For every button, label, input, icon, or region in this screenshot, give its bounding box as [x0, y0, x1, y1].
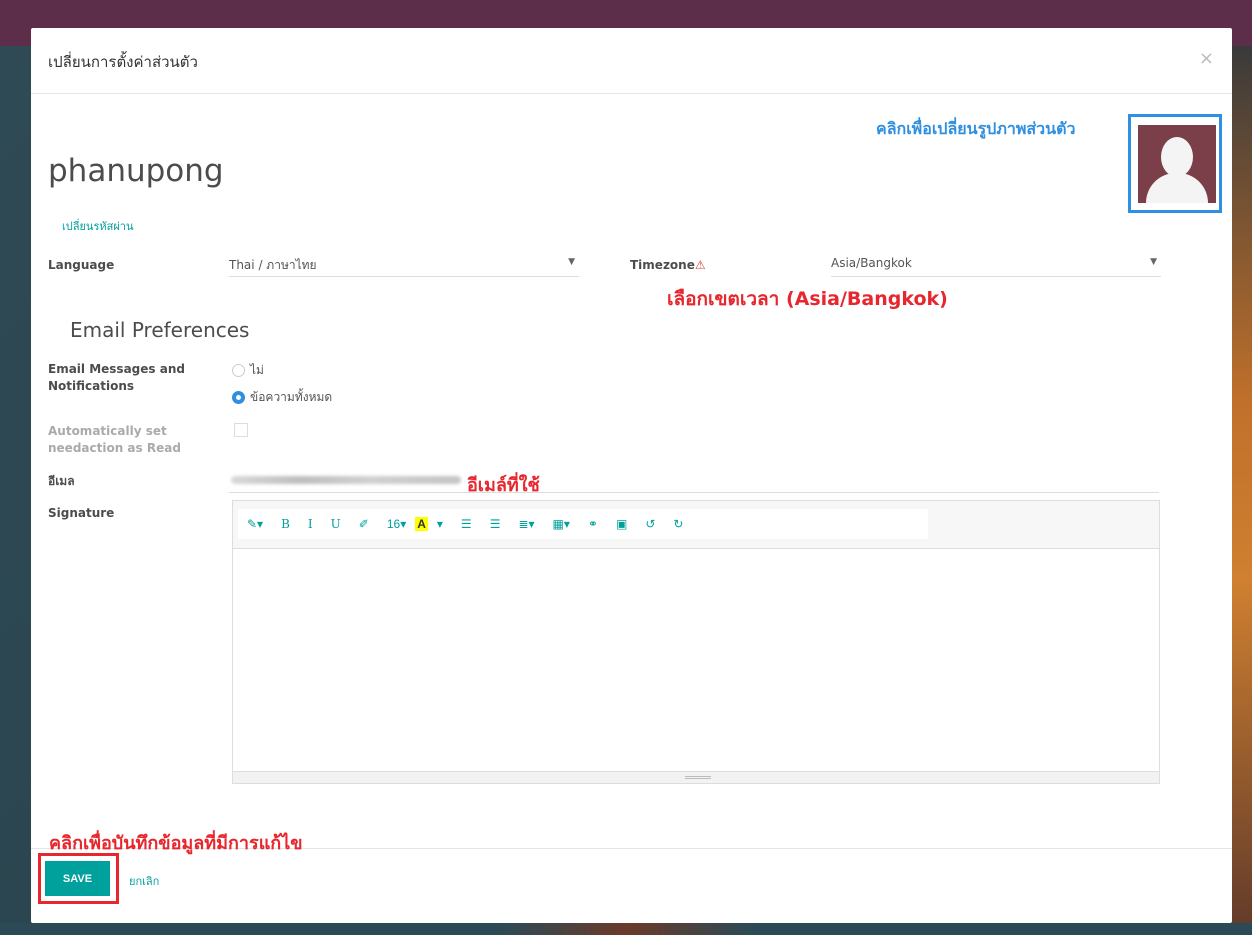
radio-option-never[interactable]: ไม่ [232, 361, 264, 380]
preferences-dialog: เปลี่ยนการตั้งค่าส่วนตัว × คลิกเพื่อเปลี… [31, 28, 1232, 923]
auto-read-label-line2: needaction as Read [48, 441, 181, 455]
email-annotation: อีเมล์ที่ใช้ [467, 475, 540, 496]
timezone-value: Asia/Bangkok [831, 256, 912, 270]
undo-icon[interactable]: ↺ [636, 517, 664, 531]
chevron-down-icon: ▼ [568, 257, 575, 267]
bold-button[interactable]: B [272, 517, 299, 531]
paragraph-dropdown[interactable]: ≣▾ [509, 517, 543, 531]
dialog-header: เปลี่ยนการตั้งค่าส่วนตัว × [31, 28, 1232, 94]
avatar-annotation: คลิกเพื่อเปลี่ยนรูปภาพส่วนตัว [876, 119, 1076, 138]
cancel-button[interactable]: ยกเลิก [129, 872, 159, 890]
editor-toolbar-group: ✎▾ B I U ✐ 16▾ A ▾ ☰ ☰ ≣▾ ▦▾ ⚭ ▣ ↺ ↻ [238, 509, 928, 539]
chevron-down-icon: ▼ [1150, 257, 1157, 267]
language-value: Thai / ภาษาไทย [229, 258, 317, 272]
pen-icon[interactable]: ✎▾ [238, 517, 272, 531]
italic-button[interactable]: I [299, 517, 322, 531]
redo-icon[interactable]: ↻ [664, 517, 692, 531]
auto-read-checkbox[interactable] [234, 423, 248, 437]
timezone-label: Timezone⚠ [630, 257, 706, 274]
user-name-title: phanupong [48, 153, 224, 189]
email-messages-label-line2: Notifications [48, 379, 135, 393]
eraser-icon[interactable]: ✐ [350, 517, 378, 531]
avatar-body-shape [1146, 173, 1208, 203]
email-preferences-heading: Email Preferences [70, 318, 250, 342]
change-password-link[interactable]: เปลี่ยนรหัสผ่าน [62, 217, 133, 235]
auto-read-label: Automatically set needaction as Read [48, 423, 181, 457]
language-label: Language [48, 258, 115, 272]
timezone-label-text: Timezone [630, 258, 695, 272]
font-color-caret[interactable]: ▾ [428, 517, 452, 531]
dialog-title: เปลี่ยนการตั้งค่าส่วนตัว [48, 53, 198, 71]
font-size-dropdown[interactable]: 16▾ [378, 517, 415, 531]
image-icon[interactable]: ▣ [607, 517, 636, 531]
timezone-select[interactable]: Asia/Bangkok ▼ [831, 253, 1161, 277]
avatar-highlight-frame [1128, 114, 1222, 213]
underline-button[interactable]: U [322, 517, 350, 531]
table-dropdown[interactable]: ▦▾ [544, 517, 579, 531]
close-icon[interactable]: × [1199, 48, 1214, 69]
signature-label: Signature [48, 506, 115, 520]
editor-toolbar: ✎▾ B I U ✐ 16▾ A ▾ ☰ ☰ ≣▾ ▦▾ ⚭ ▣ ↺ ↻ [233, 501, 1159, 549]
backdrop-strip [1230, 46, 1252, 935]
font-color-dropdown[interactable]: A [415, 517, 428, 531]
radio-button-checked[interactable] [232, 391, 245, 404]
avatar[interactable] [1138, 125, 1216, 203]
radio-button[interactable] [232, 364, 245, 377]
signature-editor: ✎▾ B I U ✐ 16▾ A ▾ ☰ ☰ ≣▾ ▦▾ ⚭ ▣ ↺ ↻ [232, 500, 1160, 784]
dialog-footer [31, 848, 1232, 923]
email-label: อีเมล [48, 474, 75, 488]
radio-label-all: ข้อความทั้งหมด [250, 390, 333, 404]
auto-read-label-line1: Automatically set [48, 424, 167, 438]
grip-icon [685, 776, 711, 779]
editor-resize-handle[interactable] [233, 771, 1159, 783]
radio-option-all[interactable]: ข้อความทั้งหมด [232, 388, 332, 407]
link-icon[interactable]: ⚭ [579, 517, 607, 531]
unordered-list-icon[interactable]: ☰ [452, 517, 481, 531]
save-button[interactable]: SAVE [45, 861, 110, 896]
warning-icon: ⚠ [694, 258, 706, 272]
timezone-annotation: เลือกเขตเวลา (Asia/Bangkok) [667, 288, 948, 310]
signature-text-area[interactable] [233, 549, 1159, 771]
language-select[interactable]: Thai / ภาษาไทย ▼ [229, 253, 579, 277]
backdrop-strip-bottom [0, 923, 1252, 935]
email-value-blurred [231, 476, 461, 484]
email-field[interactable] [229, 468, 1159, 493]
email-messages-label-line1: Email Messages and [48, 362, 185, 376]
ordered-list-icon[interactable]: ☰ [481, 517, 510, 531]
email-messages-label: Email Messages and Notifications [48, 361, 185, 395]
avatar-head-shape [1161, 137, 1193, 177]
radio-label-never: ไม่ [250, 363, 264, 377]
